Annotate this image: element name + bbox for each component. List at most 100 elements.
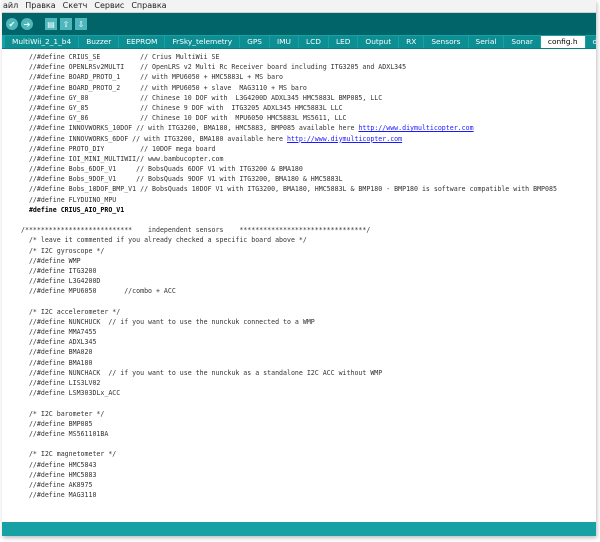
menu-tools[interactable]: Сервис <box>94 0 124 12</box>
code-line: //#define INNOVWORKS_6DOF // with ITG320… <box>21 134 596 144</box>
code-line-text: /* I2C gyroscope */ <box>21 246 105 255</box>
tab-def-h[interactable]: def.h <box>585 36 596 48</box>
code-link[interactable]: http://www.diymulticopter.com <box>358 124 473 132</box>
code-line-text: //#define BOARD_PROTO_2 // with MPU6050 … <box>21 83 307 92</box>
code-line-text: //#define INNOVWORKS_6DOF // with ITG320… <box>21 134 287 143</box>
code-line: /* leave it commented if you already che… <box>21 235 596 245</box>
new-button[interactable]: ▤ <box>45 18 57 30</box>
code-line-text: //#define OPENLRSv2MULTI // OpenLRS v2 M… <box>21 63 407 72</box>
code-line: //#define BMA180 <box>21 358 596 368</box>
code-line: /* I2C gyroscope */ <box>21 246 596 256</box>
code-line: //#define GY_80 // Chinese 10 DOF with L… <box>21 93 596 103</box>
code-line-text: //#define GY_86 // Chinese 10 DOF with M… <box>21 114 347 123</box>
code-line: //#define INNOVWORKS_10DOF // with ITG32… <box>21 123 596 133</box>
code-line-text: //#define LIS3LV02 <box>21 379 101 387</box>
code-line-text: /* I2C barometer */ <box>21 409 105 418</box>
tab-frsky-telemetry[interactable]: FrSky_telemetry <box>165 36 240 48</box>
code-line: //#define MPU6050 //combo + ACC <box>21 286 596 296</box>
code-line-text: //#define BMA020 <box>21 348 93 357</box>
code-line: /* I2C barometer */ <box>21 409 596 419</box>
tab-buzzer[interactable]: Buzzer <box>79 36 119 48</box>
code-line: /*************************** independent… <box>21 225 596 235</box>
tab-imu[interactable]: IMU <box>269 36 298 48</box>
menu-sketch[interactable]: Скетч <box>63 0 88 12</box>
tab-config-h[interactable]: config.h <box>540 36 585 48</box>
new-file-icon: ▤ <box>47 19 55 29</box>
tab-bar: MultiWii_2_1_b4 Buzzer EEPROM FrSky_tele… <box>2 35 596 49</box>
code-line-text: /* I2C magnetometer */ <box>21 450 117 459</box>
code-line: /* I2C magnetometer */ <box>21 449 596 459</box>
code-line-text: //#define LSM303DLx_ACC <box>21 389 121 398</box>
code-line-text: //#define BMA180 <box>21 358 93 367</box>
tab-multiwii[interactable]: MultiWii_2_1_b4 <box>5 36 79 48</box>
code-line-text: //#define Bobs_9DOF_V1 // BobsQuads 9DOF… <box>21 175 343 184</box>
code-editor[interactable]: //#define CRIUS_SE // Crius MultiWii SE … <box>2 50 596 522</box>
tab-output[interactable]: Output <box>358 36 399 48</box>
code-line: //#define WMP <box>21 256 596 266</box>
save-button[interactable]: ⇩ <box>75 18 87 30</box>
code-line: /* I2C accelerometer */ <box>21 307 596 317</box>
code-line: //#define MS561101BA <box>21 429 596 439</box>
code-line-text: //#define HMC5883 <box>21 470 97 479</box>
code-line-text: /* leave it commented if you already che… <box>21 236 307 245</box>
code-line-text: //#define HMC5843 <box>21 460 97 469</box>
code-line-text: //#define AK8975 <box>21 480 93 489</box>
code-line: //#define L3G4200D <box>21 276 596 286</box>
code-line-text: //#define FLYDUINO_MPU <box>21 195 117 204</box>
code-line: //#define OPENLRSv2MULTI // OpenLRS v2 M… <box>21 62 596 72</box>
toolbar: ✔ ➔ ▤ ⇧ ⇩ <box>2 13 596 35</box>
tab-sensors[interactable]: Sensors <box>424 36 468 48</box>
code-line-text: //#define BMP085 <box>21 419 93 428</box>
tab-eeprom[interactable]: EEPROM <box>119 36 165 48</box>
code-line: //#define MMA7455 <box>21 327 596 337</box>
code-line-text: //#define MMA7455 <box>21 328 97 337</box>
code-line: //#define HMC5843 <box>21 460 596 470</box>
code-line: //#define LIS3LV02 <box>21 378 596 388</box>
code-line-text: //#define MAG3110 <box>21 491 97 500</box>
code-line: //#define MAG3110 <box>21 490 596 500</box>
code-line-text: //#define Bobs_10DOF_BMP_V1 // BobsQuads… <box>21 185 557 194</box>
menu-bar: айл Правка Скетч Сервис Справка <box>2 0 596 13</box>
code-line-text: #define CRIUS_AIO_PRO_V1 <box>21 205 125 214</box>
code-line: //#define BMP085 <box>21 419 596 429</box>
code-line-text: /* I2C accelerometer */ <box>21 307 121 316</box>
code-line: //#define NUNCHUCK // if you want to use… <box>21 317 596 327</box>
code-line: //#define IOI_MINI_MULTIWII// www.bambuc… <box>21 154 596 164</box>
code-line-text: //#define INNOVWORKS_10DOF // with ITG32… <box>21 124 359 133</box>
code-line-text: /*************************** independent… <box>21 226 371 235</box>
code-line-text: //#define GY_85 // Chinese 9 DOF with IT… <box>21 103 343 112</box>
menu-file[interactable]: айл <box>3 0 18 12</box>
code-line: #define CRIUS_AIO_PRO_V1 <box>21 205 596 215</box>
code-line: //#define BOARD_PROTO_2 // with MPU6050 … <box>21 83 596 93</box>
code-line: //#define BMA020 <box>21 347 596 357</box>
code-line-text: //#define ADXL345 <box>21 338 97 347</box>
tab-sonar[interactable]: Sonar <box>504 36 540 48</box>
code-line: //#define FLYDUINO_MPU <box>21 195 596 205</box>
tab-led[interactable]: LED <box>328 36 358 48</box>
code-line: //#define AK8975 <box>21 480 596 490</box>
code-line: //#define NUNCHACK // if you want to use… <box>21 368 596 378</box>
code-line: //#define ITG3200 <box>21 266 596 276</box>
tab-rx[interactable]: RX <box>399 36 424 48</box>
code-line: //#define Bobs_6DOF_V1 // BobsQuads 6DOF… <box>21 164 596 174</box>
tab-lcd[interactable]: LCD <box>298 36 328 48</box>
code-line: //#define LSM303DLx_ACC <box>21 388 596 398</box>
verify-button[interactable]: ✔ <box>6 18 18 30</box>
code-link[interactable]: http://www.diymulticopter.com <box>287 135 402 143</box>
code-line-text: //#define ITG3200 <box>21 266 97 275</box>
upload-button[interactable]: ➔ <box>21 18 33 30</box>
code-line: //#define Bobs_10DOF_BMP_V1 // BobsQuads… <box>21 184 596 194</box>
code-line-text: //#define PROTO_DIY // 10DOF mega board <box>21 144 216 153</box>
code-line-text: //#define WMP <box>21 256 81 265</box>
code-line-text: //#define NUNCHACK // if you want to use… <box>21 368 383 377</box>
open-button[interactable]: ⇧ <box>60 18 72 30</box>
tab-gps[interactable]: GPS <box>240 36 269 48</box>
menu-edit[interactable]: Правка <box>25 0 55 12</box>
menu-help[interactable]: Справка <box>131 0 166 12</box>
code-line-text: //#define GY_80 // Chinese 10 DOF with L… <box>21 93 383 102</box>
arrow-right-icon: ➔ <box>23 19 31 29</box>
tab-serial[interactable]: Serial <box>468 36 504 48</box>
